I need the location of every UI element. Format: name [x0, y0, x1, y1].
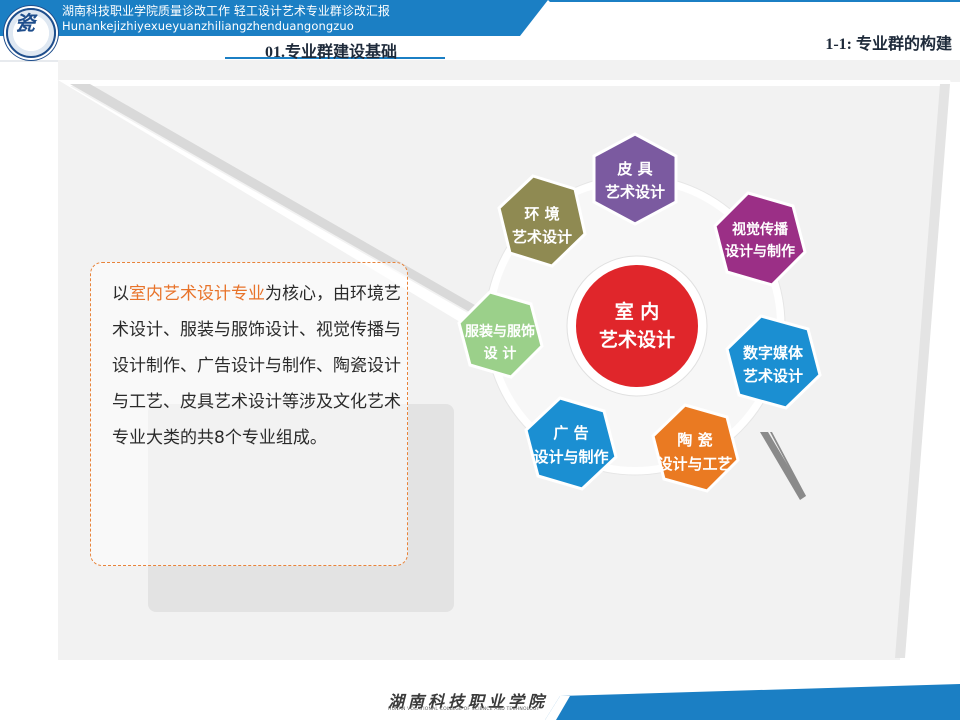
header-pinyin-subtitle: Hunankejizhiyexueyuanzhiliangzhenduangon… — [62, 19, 354, 33]
hex-environmental-line2: 艺术设计 — [512, 228, 572, 246]
hex-environmental-line1: 环 境 — [524, 205, 559, 223]
center-line2: 艺术设计 — [599, 329, 675, 351]
major-group-diagram: 皮 具 艺术设计 视觉传播 设计与制作 数字媒体 艺术设计 陶 瓷 设计与工艺 … — [457, 132, 822, 493]
hex-digital-line1: 数字媒体 — [743, 344, 804, 362]
hex-digital-line2: 艺术设计 — [743, 367, 803, 385]
center-line1: 室 内 — [615, 300, 660, 323]
subsection-title: 1-1: 专业群的构建 — [825, 36, 952, 53]
hex-visual-line1: 视觉传播 — [732, 221, 789, 238]
hex-leather-line2: 艺术设计 — [605, 183, 665, 201]
hex-fashion-line2: 设 计 — [484, 345, 517, 362]
footer-school-name-en: HUNAN VOCATIONAL COLLEGE OF SCIENCE AND … — [388, 707, 540, 712]
center-interior-design: 室 内 艺术设计 — [566, 255, 708, 397]
hex-ceramics-line1: 陶 瓷 — [677, 431, 712, 449]
hex-fashion-line1: 服装与服饰 — [465, 323, 535, 340]
hex-visual-communication: 视觉传播 设计与制作 — [713, 191, 807, 287]
hex-ceramics-line2: 设计与工艺 — [657, 455, 732, 473]
section-title: 01.专业群建设基础 — [265, 44, 398, 61]
emblem-glyph: 瓷 — [15, 11, 35, 35]
hex-advertising-line1: 广 告 — [553, 424, 588, 442]
intro-highlight: 室内艺术设计专业 — [129, 284, 265, 304]
intro-paragraph: 以室内艺术设计专业为核心，由环境艺术设计、服装与服饰设计、视觉传播与设计制作、广… — [112, 276, 402, 456]
hex-leather-line1: 皮 具 — [617, 160, 652, 178]
hex-advertising-line2: 设计与制作 — [533, 448, 608, 466]
intro-rest: 为核心，由环境艺术设计、服装与服饰设计、视觉传播与设计制作、广告设计与制作、陶瓷… — [112, 284, 401, 448]
hex-visual-line2: 设计与制作 — [725, 243, 795, 260]
intro-prefix: 以 — [112, 284, 129, 304]
header-report-title: 湖南科技职业学院质量诊改工作 轻工设计艺术专业群诊改汇报 — [62, 4, 390, 18]
